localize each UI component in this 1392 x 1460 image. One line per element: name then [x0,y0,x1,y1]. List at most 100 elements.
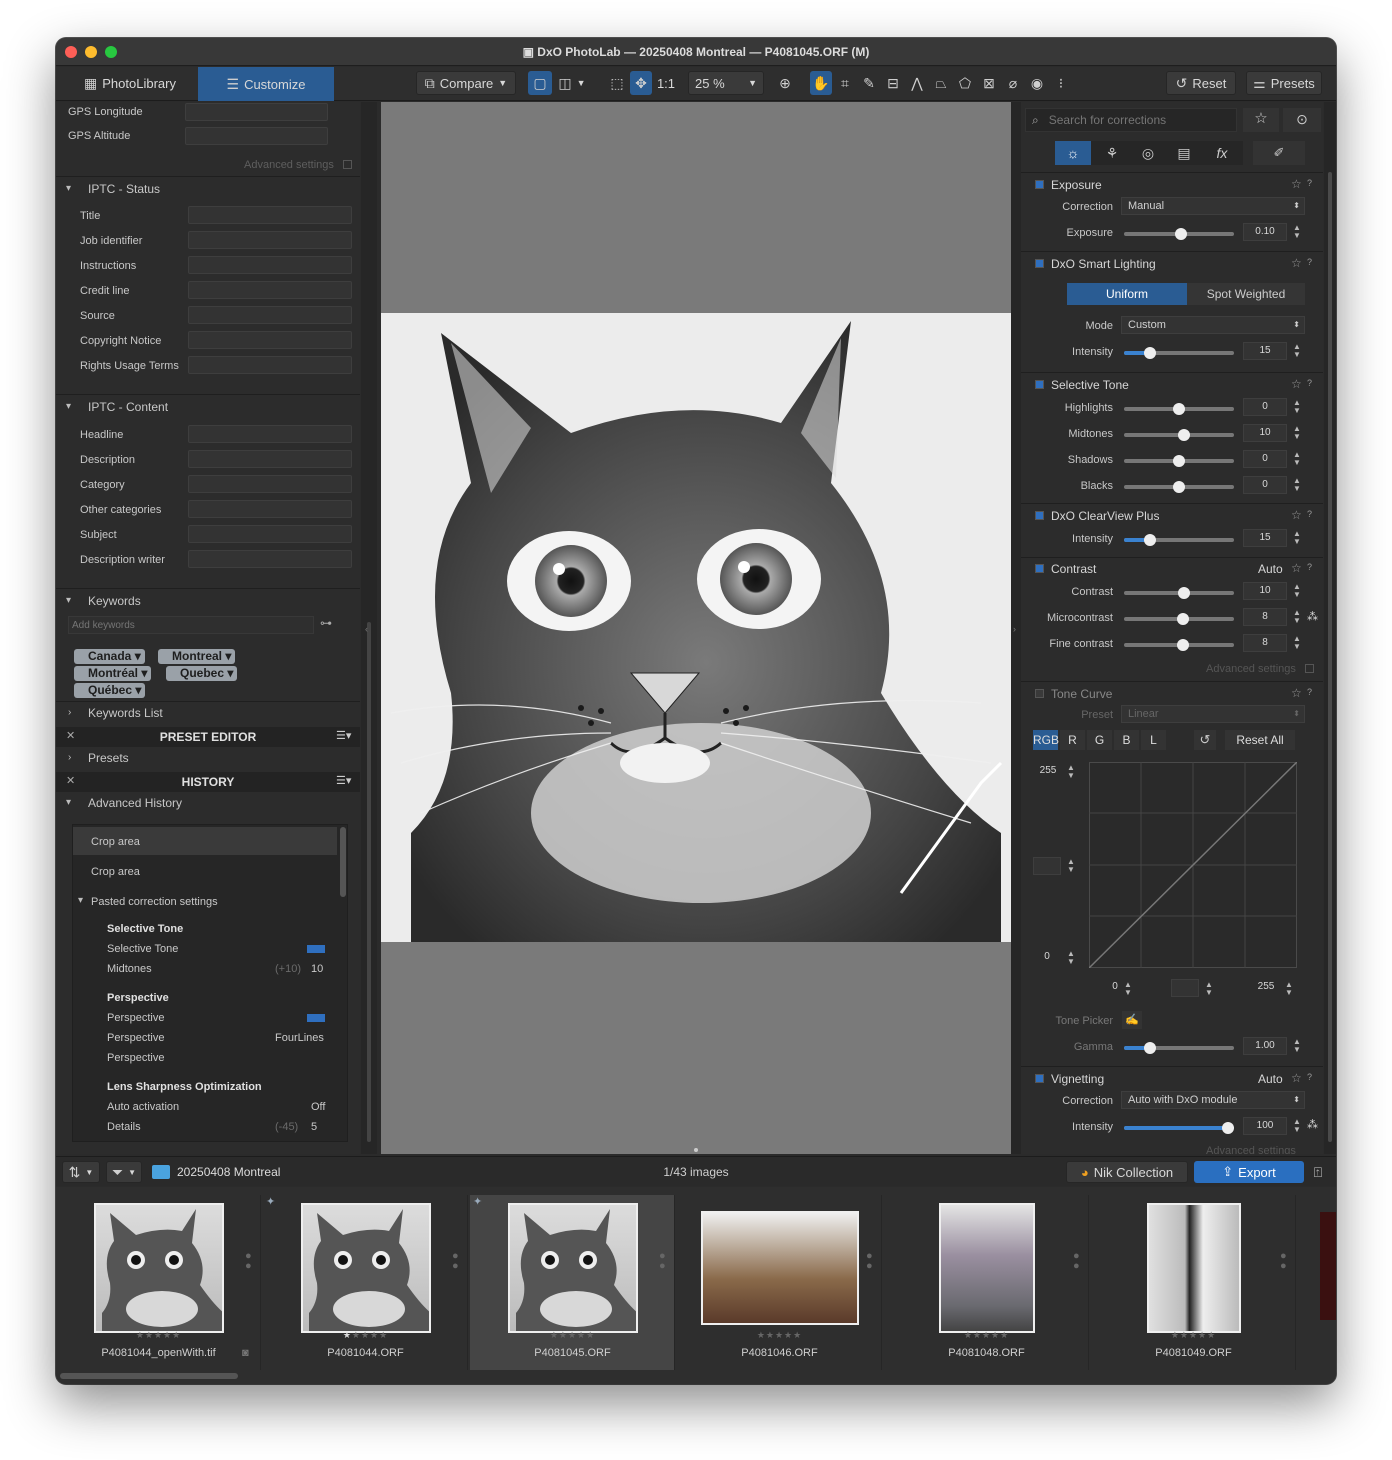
iptc-field-input[interactable] [188,475,352,493]
iptc-field-input[interactable] [188,331,352,349]
selective-tone-row-slider[interactable] [1124,485,1234,489]
clearview-intensity-value[interactable]: 15 [1243,529,1287,547]
uniform-button[interactable]: Uniform [1067,283,1187,305]
hand-tool-button[interactable]: ✋ [810,71,832,95]
thumbnail[interactable] [939,1203,1035,1333]
slider-knob[interactable] [1144,534,1156,546]
favorites-star-icon[interactable]: ☆ [1243,108,1279,132]
contrast-row-slider[interactable] [1124,591,1234,595]
perspective-rect-button[interactable]: ⏢ [930,71,952,95]
rating-stars[interactable]: ★★★★★ [884,1330,1089,1341]
history-item[interactable]: Crop area [91,836,140,848]
help-icon[interactable]: ? [1307,378,1312,388]
detail-tab-icon[interactable]: ◎ [1133,141,1163,165]
thumbnail[interactable] [508,1203,638,1333]
exposure-title[interactable]: Exposure [1051,178,1323,192]
gps-longitude-field[interactable] [185,103,328,121]
more-dots-icon[interactable]: ●● [1280,1251,1288,1273]
thumbnail-filename[interactable]: P4081046.ORF [677,1347,882,1359]
right-panel-gutter[interactable]: › [1011,102,1021,1154]
local-adjust-tab-icon[interactable]: ✐ [1253,141,1305,165]
slider-knob[interactable] [1144,1042,1156,1054]
stepper-icon[interactable]: ▲▼ [1067,950,1075,966]
fit-button[interactable]: ⬚ [606,71,628,95]
keywords-header[interactable]: Keywords [88,594,141,608]
iptc-field-input[interactable] [188,450,352,468]
contrast-advanced-settings[interactable]: Advanced settings [1206,663,1296,675]
scroll-thumb[interactable] [1328,172,1332,1142]
more-dots-icon[interactable]: ●● [659,1251,667,1273]
keyword-tag[interactable]: Québec ▾ [74,683,145,698]
tone-curve-graph[interactable] [1089,762,1297,968]
collapse-icon[interactable]: ‹ [365,624,368,634]
stepper-icon[interactable]: ▲▼ [1293,530,1301,546]
thumbnail-filename[interactable]: P4081044.ORF [263,1347,468,1359]
zoom-select[interactable]: 25 %▼ [688,71,764,95]
thumbnail[interactable] [1147,1203,1241,1333]
compare-button[interactable]: ⧉Compare▼ [416,71,516,95]
keywords-list-header[interactable]: Keywords List [88,706,163,720]
iptc-field-input[interactable] [188,525,352,543]
keyword-tag[interactable]: Montréal ▾ [74,666,151,681]
selective-tone-row-value[interactable]: 0 [1243,398,1287,416]
rating-stars[interactable]: ★★★★★ [677,1330,882,1341]
rating-stars[interactable]: ★★★★★ [470,1330,675,1341]
clearview-toggle[interactable] [1035,511,1044,520]
contrast-row-slider[interactable] [1124,643,1234,647]
add-keywords-input[interactable] [68,616,314,634]
thumbnail-filename[interactable]: P4081049.ORF [1091,1347,1296,1359]
iptc-field-input[interactable] [188,425,352,443]
selective-tone-row-knob[interactable] [1173,403,1185,415]
stepper-icon[interactable]: ▲▼ [1293,583,1301,599]
filmstrip-cell[interactable]: ★★★★★P4081045.ORF●●✦ [470,1195,675,1370]
filmstrip-cell[interactable]: ★★★★★P4081049.ORF●● [1091,1195,1296,1370]
chevron-down-icon[interactable]: ▾ [66,797,71,808]
resize-handle[interactable] [694,1148,698,1152]
channel-g-button[interactable]: G [1087,730,1112,750]
iptc-field-input[interactable] [188,306,352,324]
curve-bottom-value[interactable]: 0 [1033,949,1061,967]
star-icon[interactable]: ☆ [1291,561,1302,575]
collapse-icon[interactable]: › [1013,624,1016,634]
vignetting-intensity-value[interactable]: 100 [1243,1117,1287,1135]
selective-tone-row-knob[interactable] [1173,481,1185,493]
move-button[interactable]: ✥ [630,71,652,95]
gamma-slider[interactable] [1124,1046,1234,1050]
vignetting-advanced-settings[interactable]: Advanced settings [1206,1145,1296,1154]
filter-button[interactable]: ⏷▼ [106,1161,142,1183]
stepper-icon[interactable]: ▲▼ [1293,399,1301,415]
filmstrip-cell[interactable]: ★★★★★P4081044_openWith.tif●●◙ [56,1195,261,1370]
history-item[interactable]: Pasted correction settings [91,896,218,908]
share-button[interactable]: ⍐ [1308,1161,1328,1183]
filmstrip-cell[interactable]: ★★★★★P4081044.ORF●●✦ [263,1195,468,1370]
keyword-tree-icon[interactable]: ⊶ [320,616,332,630]
keyword-tag[interactable]: Montreal ▾ [158,649,235,664]
channel-l-button[interactable]: L [1141,730,1166,750]
help-icon[interactable]: ? [1307,687,1312,697]
thumbnail-filename[interactable]: P4081045.ORF [470,1347,675,1359]
history-scrollbar[interactable] [340,827,346,897]
stepper-icon[interactable]: ▲▼ [1293,609,1301,625]
smart-lighting-title[interactable]: DxO Smart Lighting [1051,257,1323,271]
star-icon[interactable]: ☆ [1291,686,1302,700]
contrast-row-value[interactable]: 8 [1243,608,1287,626]
selective-tone-row-knob[interactable] [1178,429,1190,441]
search-input[interactable] [1049,113,1219,127]
channel-b-button[interactable]: B [1114,730,1139,750]
filmstrip-scrollbar[interactable] [60,1373,238,1379]
expand-icon[interactable] [343,160,352,169]
reset-all-button[interactable]: Reset All [1225,730,1295,750]
perspective-tool-button[interactable]: ⋀ [906,71,928,95]
left-panel-scrollbar[interactable]: ‹ [361,102,377,1154]
split-view-button[interactable]: ◫▼ [554,71,590,95]
thumbnail-filename[interactable]: P4081048.ORF [884,1347,1089,1359]
contrast-row-value[interactable]: 10 [1243,582,1287,600]
stepper-icon[interactable]: ▲▼ [1293,425,1301,441]
smart-lighting-toggle[interactable] [1035,259,1044,268]
stepper-icon[interactable]: ▲▼ [1124,981,1132,997]
slider-knob[interactable] [1222,1122,1234,1134]
repair-tool-button[interactable]: ⌀ [1002,71,1024,95]
more-dots-icon[interactable]: ●● [245,1251,253,1273]
iptc-content-header[interactable]: IPTC - Content [88,400,168,414]
keyword-tag[interactable]: Quebec ▾ [166,666,237,681]
